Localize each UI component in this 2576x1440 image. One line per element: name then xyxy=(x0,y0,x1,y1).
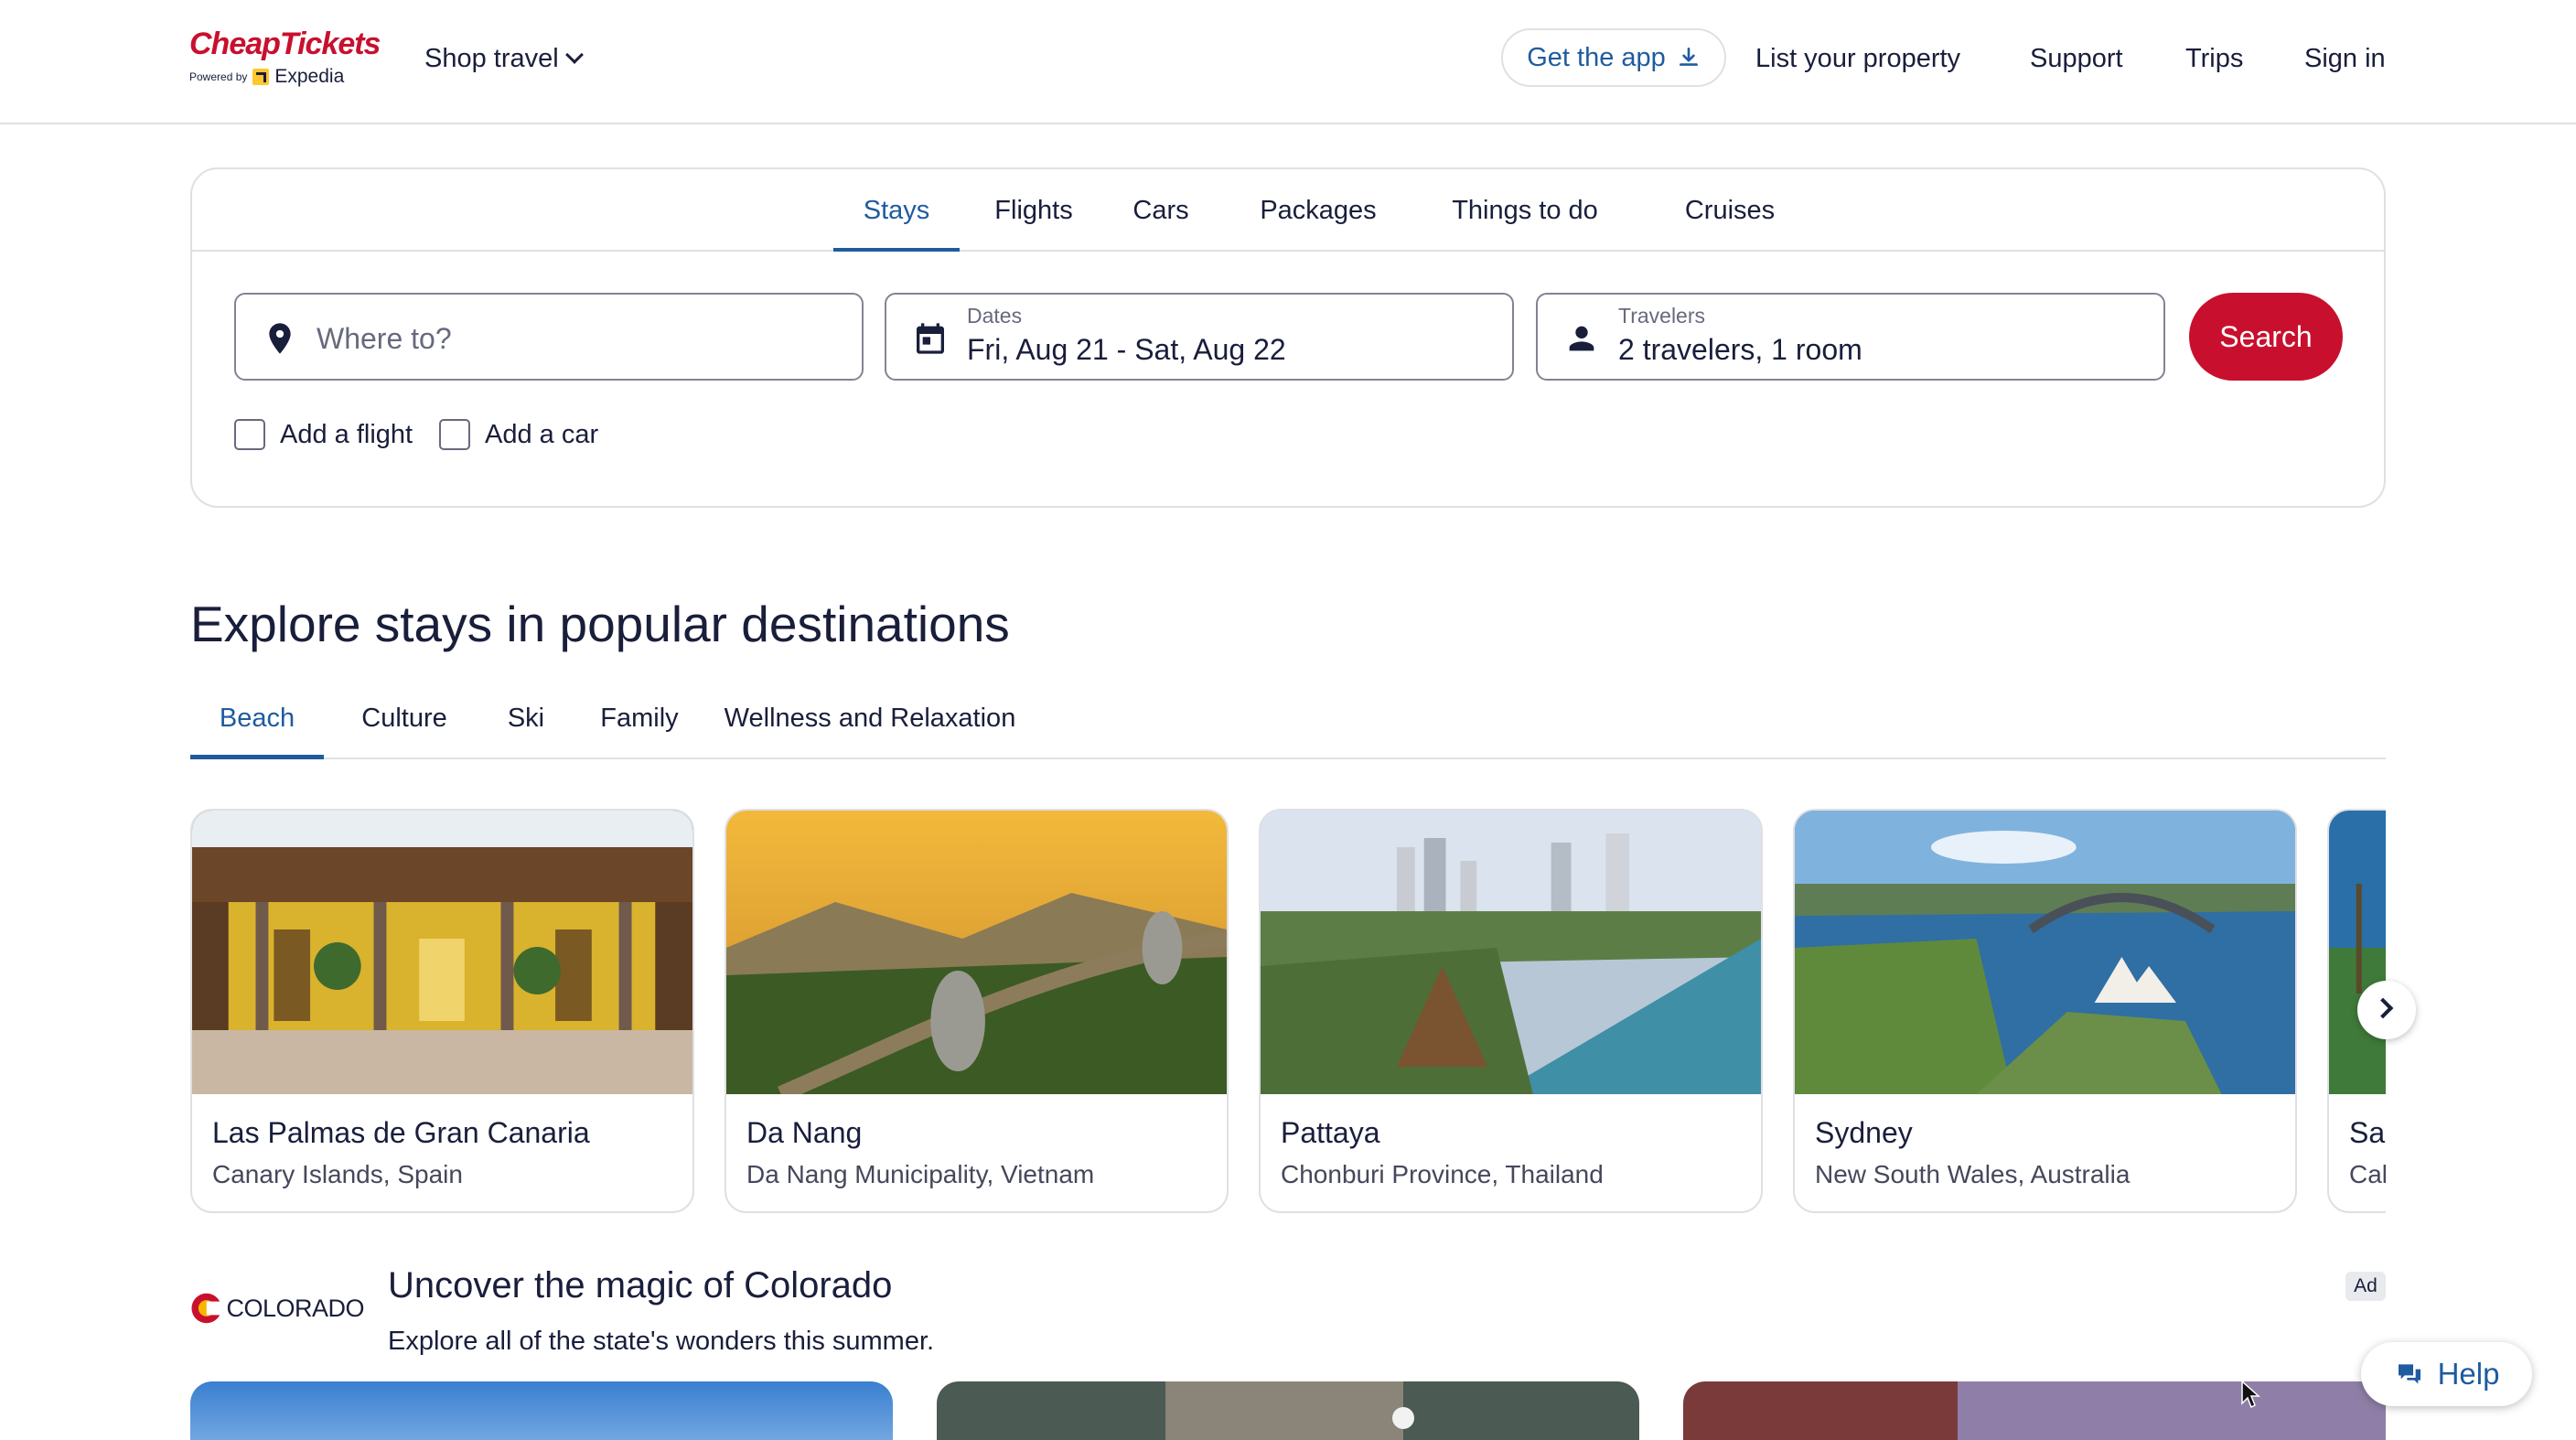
destination-placeholder: Where to? xyxy=(317,322,452,355)
destination-card-las-palmas[interactable]: Las Palmas de Gran Canaria Canary Island… xyxy=(190,809,694,1213)
colorado-brand-text: COLORADO xyxy=(226,1294,364,1322)
category-tab-ski[interactable]: Ski xyxy=(485,686,567,759)
destination-name: Sa xyxy=(2349,1116,2386,1149)
logo-text: CheapTickets xyxy=(189,27,381,61)
add-flight-checkbox[interactable] xyxy=(234,419,265,450)
category-tab-wellness[interactable]: Wellness and Relaxation xyxy=(710,686,1030,759)
destination-name: Las Palmas de Gran Canaria xyxy=(212,1116,590,1149)
chevron-right-icon xyxy=(2372,997,2394,1019)
calendar-icon xyxy=(917,323,944,354)
logo-powered-by: Powered by Expedia xyxy=(189,66,344,88)
travelers-label: Travelers xyxy=(1618,304,1705,328)
destination-image-pattaya xyxy=(1261,811,1761,1094)
dates-field[interactable]: Dates Fri, Aug 21 - Sat, Aug 22 xyxy=(885,293,1514,381)
tab-cruises[interactable]: Cruises xyxy=(1657,169,1803,252)
destination-card-sydney[interactable]: Sydney New South Wales, Australia xyxy=(1793,809,2297,1213)
shop-travel-label: Shop travel xyxy=(424,43,559,73)
destination-card-pattaya[interactable]: Pattaya Chonburi Province, Thailand xyxy=(1259,809,1763,1213)
tab-flights[interactable]: Flights xyxy=(973,169,1094,252)
ad-image-1[interactable] xyxy=(190,1381,893,1440)
get-app-label: Get the app xyxy=(1527,42,1666,72)
person-icon xyxy=(1569,326,1594,351)
ad-image-2-graphic xyxy=(937,1381,1639,1440)
ad-image-3[interactable] xyxy=(1683,1381,2386,1440)
dates-label: Dates xyxy=(967,304,1023,328)
mouse-cursor-icon xyxy=(2241,1380,2260,1409)
add-flight-label: Add a flight xyxy=(280,419,413,449)
destination-region: New South Wales, Australia xyxy=(1815,1160,2131,1188)
ad-badge: Ad xyxy=(2345,1272,2386,1301)
ad-title[interactable]: Uncover the magic of Colorado xyxy=(388,1265,892,1306)
add-car-label: Add a car xyxy=(485,419,599,449)
destination-card-da-nang[interactable]: Da Nang Da Nang Municipality, Vietnam xyxy=(724,809,1229,1213)
get-the-app-button[interactable]: Get the app xyxy=(1501,28,1726,87)
destination-name: Sydney xyxy=(1815,1116,1913,1149)
tab-things-to-do[interactable]: Things to do xyxy=(1415,169,1635,252)
destination-image-da-nang xyxy=(726,811,1227,1094)
cheaptickets-logo[interactable]: CheapTickets Powered by Expedia xyxy=(189,26,381,90)
search-button[interactable]: Search xyxy=(2189,293,2343,381)
destination-region: Da Nang Municipality, Vietnam xyxy=(746,1160,1095,1188)
destination-image-sydney xyxy=(1795,811,2295,1094)
destination-carousel: Las Palmas de Gran Canaria Canary Island… xyxy=(190,809,2386,1213)
add-car-checkbox[interactable] xyxy=(439,419,470,450)
destination-image-partial xyxy=(2329,811,2386,1094)
tab-packages[interactable]: Packages xyxy=(1232,169,1404,252)
chevron-down-icon xyxy=(564,46,584,64)
search-card: Stays Flights Cars Packages Things to do… xyxy=(190,167,2386,508)
destination-region: Canary Islands, Spain xyxy=(212,1160,463,1188)
map-pin-icon xyxy=(269,323,291,354)
explore-section-title: Explore stays in popular destinations xyxy=(190,596,1010,652)
category-tab-culture[interactable]: Culture xyxy=(346,686,463,759)
colorado-c-icon xyxy=(191,1293,223,1324)
destination-name: Pattaya xyxy=(1281,1116,1380,1149)
destination-region: Chonburi Province, Thailand xyxy=(1281,1160,1604,1188)
add-car-option[interactable]: Add a car xyxy=(439,416,598,453)
tab-cars[interactable]: Cars xyxy=(1118,169,1204,252)
shop-travel-menu[interactable]: Shop travel xyxy=(424,38,584,79)
ad-image-2[interactable] xyxy=(937,1381,1639,1440)
support-link[interactable]: Support xyxy=(2030,38,2123,79)
category-tab-beach[interactable]: Beach xyxy=(190,686,324,759)
logo-partner-text: Expedia xyxy=(274,66,345,87)
dates-value: Fri, Aug 21 - Sat, Aug 22 xyxy=(967,333,1286,366)
add-flight-option[interactable]: Add a flight xyxy=(234,416,413,453)
help-button[interactable]: Help xyxy=(2361,1342,2532,1406)
list-your-property-link[interactable]: List your property xyxy=(1755,38,1960,79)
logo-powered-text: Powered by xyxy=(189,70,248,83)
chat-bubble-icon xyxy=(2398,1364,2420,1384)
travelers-value: 2 travelers, 1 room xyxy=(1618,333,1862,366)
ad-image-1-graphic xyxy=(190,1381,893,1440)
destination-name: Da Nang xyxy=(746,1116,863,1149)
colorado-ad-logo[interactable]: COLORADO xyxy=(190,1283,364,1334)
destination-region: Cal xyxy=(2349,1160,2386,1188)
carousel-next-button[interactable] xyxy=(2357,981,2416,1039)
expedia-mark-icon xyxy=(252,69,270,85)
destination-category-tabs: Beach Culture Ski Family Wellness and Re… xyxy=(190,686,2386,759)
ad-image-3-graphic xyxy=(1683,1381,2386,1440)
trips-link[interactable]: Trips xyxy=(2185,38,2243,79)
destination-field[interactable]: Where to? xyxy=(234,293,864,381)
download-icon xyxy=(1679,47,1698,66)
category-tab-family[interactable]: Family xyxy=(589,686,690,759)
search-tabs: Stays Flights Cars Packages Things to do… xyxy=(192,169,2384,252)
help-label: Help xyxy=(2437,1357,2500,1391)
tab-stays[interactable]: Stays xyxy=(833,169,960,252)
travelers-field[interactable]: Travelers 2 travelers, 1 room xyxy=(1536,293,2165,381)
sign-in-link[interactable]: Sign in xyxy=(2304,38,2386,79)
ad-subtitle: Explore all of the state's wonders this … xyxy=(388,1327,935,1356)
destination-image-las-palmas xyxy=(192,811,692,1094)
site-header: CheapTickets Powered by Expedia Shop tra… xyxy=(0,0,2576,124)
